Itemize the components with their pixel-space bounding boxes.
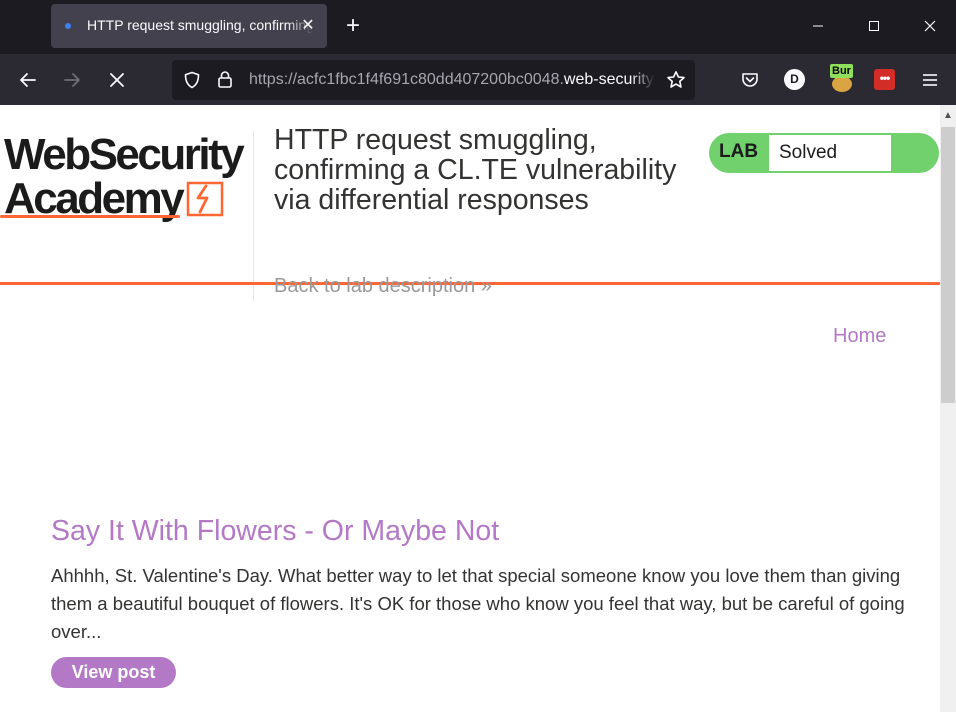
navigation-toolbar: https://acfc1fbc1f4f691c80dd407200bc0048… (0, 54, 956, 105)
pocket-icon (742, 73, 758, 87)
burp-extension-icon[interactable]: Bur (828, 64, 854, 94)
address-bar[interactable]: https://acfc1fbc1f4f691c80dd407200bc0048… (172, 60, 695, 100)
maximize-icon (869, 21, 879, 31)
close-window-icon (924, 20, 936, 32)
url-domain: web-security-academy.net (563, 71, 655, 88)
header-divider (253, 131, 254, 301)
hamburger-menu-icon (923, 74, 937, 86)
scroll-up-arrow-icon[interactable]: ▲ (940, 109, 956, 123)
new-tab-button[interactable]: + (339, 12, 367, 40)
logo-text-line1: WebSecurity (4, 130, 245, 179)
stop-icon (110, 73, 124, 87)
lab-state-box: Solved (769, 135, 891, 171)
back-button[interactable] (12, 64, 44, 96)
page-scrollbar[interactable]: ▲ (940, 105, 956, 712)
browser-tab[interactable]: HTTP request smuggling, confirming a CL.… (51, 4, 327, 48)
tab-title: HTTP request smuggling, confirming a CL.… (87, 17, 313, 33)
bookmark-star-icon[interactable] (666, 70, 686, 90)
post-summary: Ahhhh, St. Valentine's Day. What better … (51, 565, 905, 642)
loading-favicon-icon (65, 23, 71, 29)
lab-title: HTTP request smuggling, confirming a CL.… (274, 124, 677, 216)
post-title[interactable]: Say It With Flowers - Or Maybe Not (51, 515, 499, 548)
burp-face-icon (832, 76, 852, 92)
logo-underline (0, 215, 180, 218)
web-page: WebSecurity Academy HTTP request smuggli… (0, 105, 940, 712)
account-avatar[interactable]: D (784, 69, 805, 90)
tracking-protection-shield-icon[interactable] (183, 71, 201, 89)
view-post-button[interactable]: View post (51, 657, 176, 688)
lab-state-text: Solved (779, 142, 838, 163)
stop-loading-button[interactable] (101, 64, 133, 96)
app-menu-button[interactable] (914, 64, 946, 96)
burp-badge: Bur (830, 64, 853, 78)
lab-label: LAB (719, 141, 759, 162)
scrollbar-thumb[interactable] (941, 127, 955, 403)
back-to-lab-description-link[interactable]: Back to lab description » (274, 275, 492, 298)
pocket-button[interactable] (734, 64, 766, 96)
minimize-icon (813, 25, 823, 27)
lastpass-extension-icon[interactable]: ••• (874, 69, 895, 90)
home-link[interactable]: Home (833, 325, 886, 348)
back-arrow-icon (20, 73, 36, 87)
forward-arrow-icon (64, 73, 80, 87)
lock-icon[interactable] (217, 70, 233, 89)
lab-status-widget: LAB Solved (709, 133, 939, 173)
minimize-button[interactable] (798, 10, 838, 42)
tab-strip: HTTP request smuggling, confirming a CL.… (0, 0, 956, 54)
lightning-bolt-icon (186, 181, 224, 217)
url-text[interactable]: https://acfc1fbc1f4f691c80dd407200bc0048… (249, 71, 655, 89)
maximize-button[interactable] (854, 10, 894, 42)
forward-button[interactable] (56, 64, 88, 96)
close-window-button[interactable] (910, 10, 950, 42)
web-security-academy-logo[interactable]: WebSecurity Academy (0, 125, 252, 225)
url-prefix: https://acfc1fbc1f4f691c80dd407200bc0048… (249, 71, 564, 88)
close-tab-icon[interactable]: ✕ (299, 17, 317, 35)
